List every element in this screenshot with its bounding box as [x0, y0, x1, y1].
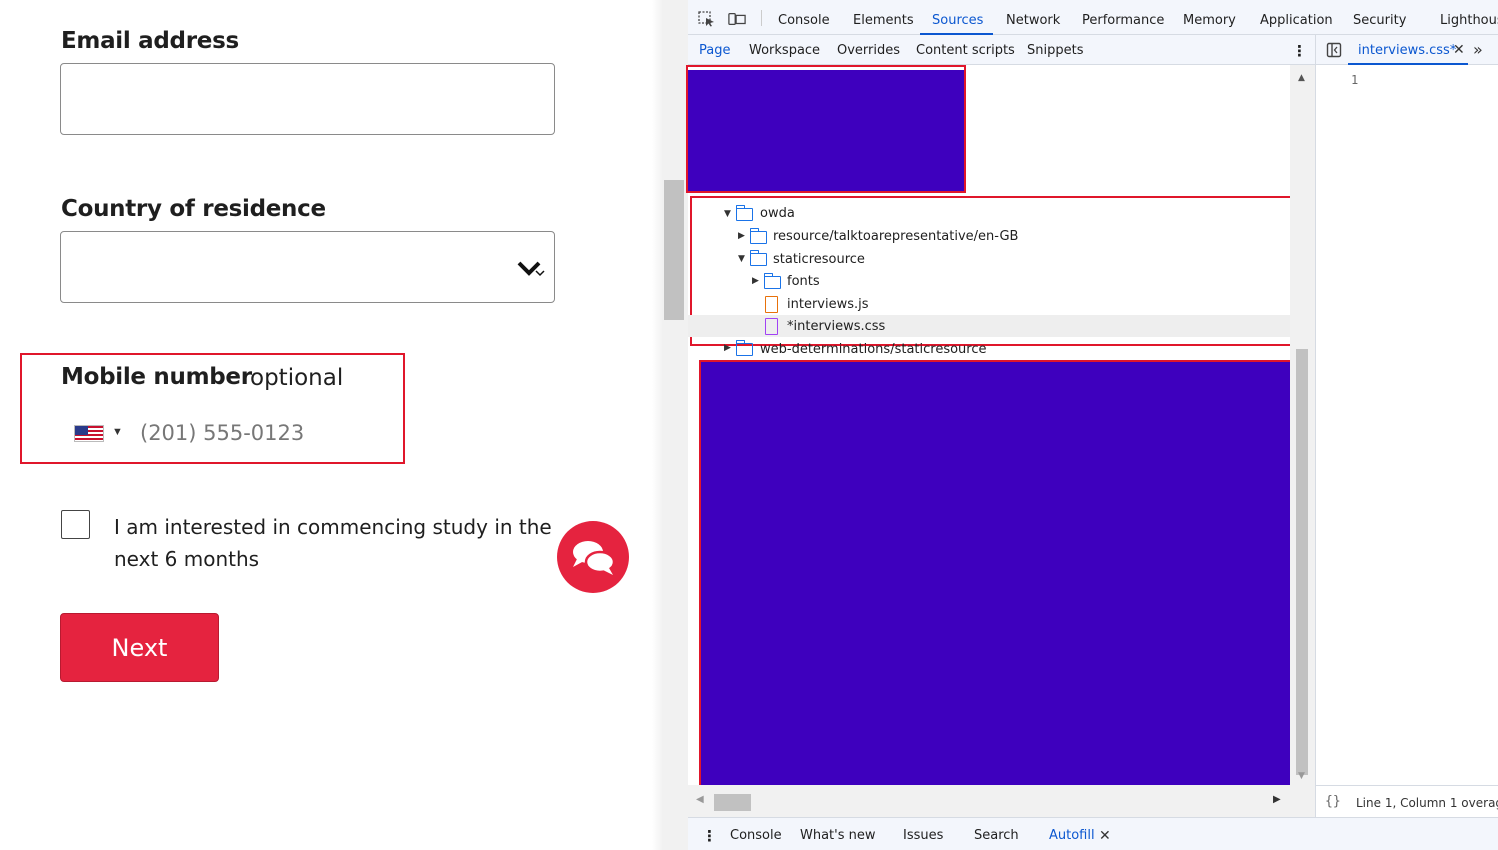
inspect-element-icon[interactable] [698, 11, 716, 27]
email-label: Email address [61, 28, 239, 54]
tree-item-interviews-css[interactable]: *interviews.css [787, 316, 885, 338]
study-interest-checkbox[interactable] [61, 510, 90, 539]
scrollbar-corner [1290, 785, 1315, 817]
caret-down-icon[interactable]: ▼ [112, 426, 123, 438]
tab-console[interactable]: Console [778, 0, 830, 35]
subtab-overrides[interactable]: Overrides [837, 35, 900, 65]
horizontal-scrollbar-thumb[interactable] [714, 794, 751, 811]
country-label: Country of residence [61, 196, 326, 222]
navigator-scrollbar-thumb[interactable] [1296, 349, 1308, 775]
line-number: 1 [1351, 73, 1359, 87]
subtab-page[interactable]: Page [699, 35, 730, 65]
panel-shadow [652, 0, 662, 850]
subtab-content-scripts[interactable]: Content scripts [916, 35, 1015, 65]
drawer-tab-console[interactable]: Console [730, 818, 782, 850]
tab-security[interactable]: Security [1353, 0, 1406, 35]
screen: Email address Country of residence Mobil… [0, 0, 1498, 850]
more-options-icon[interactable]: ⋮ [1292, 35, 1307, 65]
toggle-navigator-icon[interactable] [1326, 42, 1342, 58]
device-toolbar-icon[interactable] [728, 11, 746, 27]
tab-performance[interactable]: Performance [1082, 0, 1164, 35]
highlight-box-redacted [686, 65, 966, 193]
tab-elements[interactable]: Elements [853, 0, 914, 35]
cursor-position-status: Line 1, Column 1 overage [1356, 796, 1498, 810]
scroll-down-arrow-icon[interactable]: ▼ [1298, 771, 1305, 781]
more-tabs-chevron-icon[interactable]: » [1473, 35, 1483, 65]
page-scrollbar-thumb[interactable] [664, 180, 684, 320]
subtab-snippets[interactable]: Snippets [1027, 35, 1083, 65]
sources-navigator-tabbar: Page Workspace Overrides Content scripts… [688, 35, 1315, 65]
signup-form: Email address Country of residence Mobil… [0, 0, 662, 850]
collapsed-arrow-icon[interactable]: ▶ [752, 276, 759, 286]
country-select[interactable] [60, 231, 555, 303]
chat-bubbles-icon [573, 541, 616, 575]
scroll-up-arrow-icon[interactable]: ▲ [1298, 73, 1305, 83]
folder-icon [749, 250, 767, 266]
tree-item-resource[interactable]: resource/talktoarepresentative/en-GB [773, 226, 1018, 248]
drawer-tab-whats-new[interactable]: What's new [800, 818, 876, 850]
navigator-horizontal-scrollbar[interactable]: ◀ ▶ [688, 785, 1290, 817]
drawer-tab-autofill[interactable]: Autofill [1049, 818, 1095, 850]
css-file-icon [765, 318, 778, 335]
page-scrollbar[interactable] [662, 0, 688, 850]
code-editor[interactable]: 1 [1315, 65, 1498, 785]
close-icon[interactable]: ✕ [1453, 35, 1465, 65]
next-button[interactable]: Next [60, 613, 219, 682]
drawer-menu-icon[interactable]: ⋮ [702, 818, 717, 850]
close-icon[interactable]: ✕ [1099, 818, 1111, 850]
js-file-icon [765, 296, 778, 313]
chat-button[interactable] [557, 521, 629, 593]
folder-icon [735, 340, 753, 356]
file-navigator: ▼ owda ▶ resource/talktoarepresentative/… [686, 65, 1447, 792]
scroll-right-arrow-icon[interactable]: ▶ [1273, 794, 1281, 805]
expanded-arrow-icon[interactable]: ▼ [738, 254, 745, 264]
navigator-vertical-scrollbar[interactable]: ▲ ▼ [1290, 65, 1315, 785]
selected-row-bg [688, 315, 1290, 337]
tree-item-owda[interactable]: owda [760, 203, 795, 225]
collapsed-arrow-icon[interactable]: ▶ [738, 231, 745, 241]
drawer-tab-issues[interactable]: Issues [903, 818, 943, 850]
drawer-tabbar: ⋮ Console What's new Issues Search Autof… [688, 817, 1498, 850]
subtab-workspace[interactable]: Workspace [749, 35, 820, 65]
folder-icon [763, 273, 781, 289]
email-field[interactable] [60, 63, 555, 135]
tab-memory[interactable]: Memory [1183, 0, 1236, 35]
tree-item-interviews-js[interactable]: interviews.js [787, 294, 869, 316]
scroll-left-arrow-icon[interactable]: ◀ [696, 794, 704, 805]
optional-tag: optional [250, 365, 344, 391]
chevron-down-icon [517, 261, 545, 277]
folder-icon [735, 205, 753, 221]
editor-tabbar: interviews.css* ✕ » [1315, 35, 1498, 65]
drawer-tab-search[interactable]: Search [974, 818, 1019, 850]
folder-icon [749, 228, 767, 244]
highlight-box-redacted-lower [699, 360, 1298, 792]
editor-statusbar: {} Line 1, Column 1 overage [1315, 785, 1498, 817]
devtools-panel: Console Elements Sources Network Perform… [686, 0, 1498, 850]
tree-item-web-determinations[interactable]: web-determinations/staticresource [760, 339, 987, 361]
pretty-print-icon[interactable]: {} [1325, 794, 1341, 809]
us-flag-icon[interactable] [74, 425, 104, 442]
mobile-label: Mobile number [61, 364, 252, 390]
tab-application[interactable]: Application [1260, 0, 1333, 35]
collapsed-arrow-icon[interactable]: ▶ [724, 343, 731, 353]
tree-item-staticresource[interactable]: staticresource [773, 249, 865, 271]
checkbox-label: I am interested in commencing study in t… [114, 515, 552, 571]
expanded-arrow-icon[interactable]: ▼ [724, 209, 731, 219]
editor-tab-interviews-css[interactable]: interviews.css* [1358, 35, 1456, 65]
tab-network[interactable]: Network [1006, 0, 1060, 35]
tab-sources[interactable]: Sources [932, 0, 983, 35]
phone-input[interactable]: (201) 555-0123 [140, 421, 304, 445]
tab-lighthouse[interactable]: Lighthouse [1440, 0, 1498, 35]
devtools-main-tabbar: Console Elements Sources Network Perform… [688, 0, 1498, 35]
tree-item-fonts[interactable]: fonts [787, 271, 820, 293]
